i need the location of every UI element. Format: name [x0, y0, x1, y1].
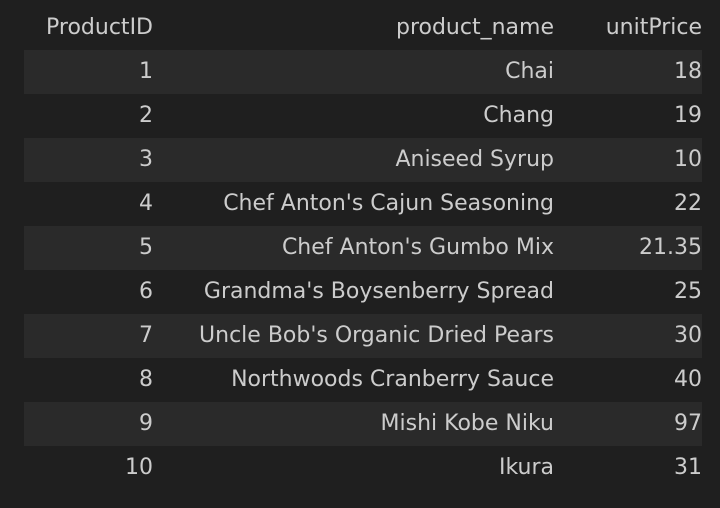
- cell-product-name: Chang: [153, 94, 554, 138]
- cell-product-name: Uncle Bob's Organic Dried Pears: [153, 314, 554, 358]
- cell-productid: 3: [24, 138, 153, 182]
- cell-product-name: Chai: [153, 50, 554, 94]
- cell-product-name: Ikura: [153, 446, 554, 490]
- column-header-product-name[interactable]: product_name: [153, 6, 554, 50]
- table-row: 9 Mishi Kobe Niku 97: [24, 402, 702, 446]
- cell-product-name: Mishi Kobe Niku: [153, 402, 554, 446]
- cell-productid: 4: [24, 182, 153, 226]
- cell-product-name: Aniseed Syrup: [153, 138, 554, 182]
- cell-product-name: Chef Anton's Gumbo Mix: [153, 226, 554, 270]
- cell-unitprice: 21.35: [554, 226, 702, 270]
- cell-unitprice: 18: [554, 50, 702, 94]
- cell-product-name: Chef Anton's Cajun Seasoning: [153, 182, 554, 226]
- cell-product-name: Grandma's Boysenberry Spread: [153, 270, 554, 314]
- cell-productid: 10: [24, 446, 153, 490]
- cell-unitprice: 30: [554, 314, 702, 358]
- cell-productid: 9: [24, 402, 153, 446]
- query-results: ProductID product_name unitPrice 1 Chai …: [24, 6, 702, 490]
- cell-productid: 2: [24, 94, 153, 138]
- column-header-productid[interactable]: ProductID: [24, 6, 153, 50]
- cell-productid: 6: [24, 270, 153, 314]
- header-row: ProductID product_name unitPrice: [24, 6, 702, 50]
- table-row: 8 Northwoods Cranberry Sauce 40: [24, 358, 702, 402]
- table-row: 4 Chef Anton's Cajun Seasoning 22: [24, 182, 702, 226]
- column-header-unitprice[interactable]: unitPrice: [554, 6, 702, 50]
- cell-productid: 5: [24, 226, 153, 270]
- table-row: 10 Ikura 31: [24, 446, 702, 490]
- cell-productid: 1: [24, 50, 153, 94]
- cell-unitprice: 97: [554, 402, 702, 446]
- table-row: 3 Aniseed Syrup 10: [24, 138, 702, 182]
- table-row: 7 Uncle Bob's Organic Dried Pears 30: [24, 314, 702, 358]
- table-row: 2 Chang 19: [24, 94, 702, 138]
- results-table: ProductID product_name unitPrice 1 Chai …: [24, 6, 702, 490]
- cell-unitprice: 10: [554, 138, 702, 182]
- cell-product-name: Northwoods Cranberry Sauce: [153, 358, 554, 402]
- table-row: 5 Chef Anton's Gumbo Mix 21.35: [24, 226, 702, 270]
- table-row: 6 Grandma's Boysenberry Spread 25: [24, 270, 702, 314]
- cell-unitprice: 25: [554, 270, 702, 314]
- cell-unitprice: 40: [554, 358, 702, 402]
- table-row: 1 Chai 18: [24, 50, 702, 94]
- cell-unitprice: 22: [554, 182, 702, 226]
- cell-unitprice: 19: [554, 94, 702, 138]
- cell-productid: 8: [24, 358, 153, 402]
- cell-productid: 7: [24, 314, 153, 358]
- cell-unitprice: 31: [554, 446, 702, 490]
